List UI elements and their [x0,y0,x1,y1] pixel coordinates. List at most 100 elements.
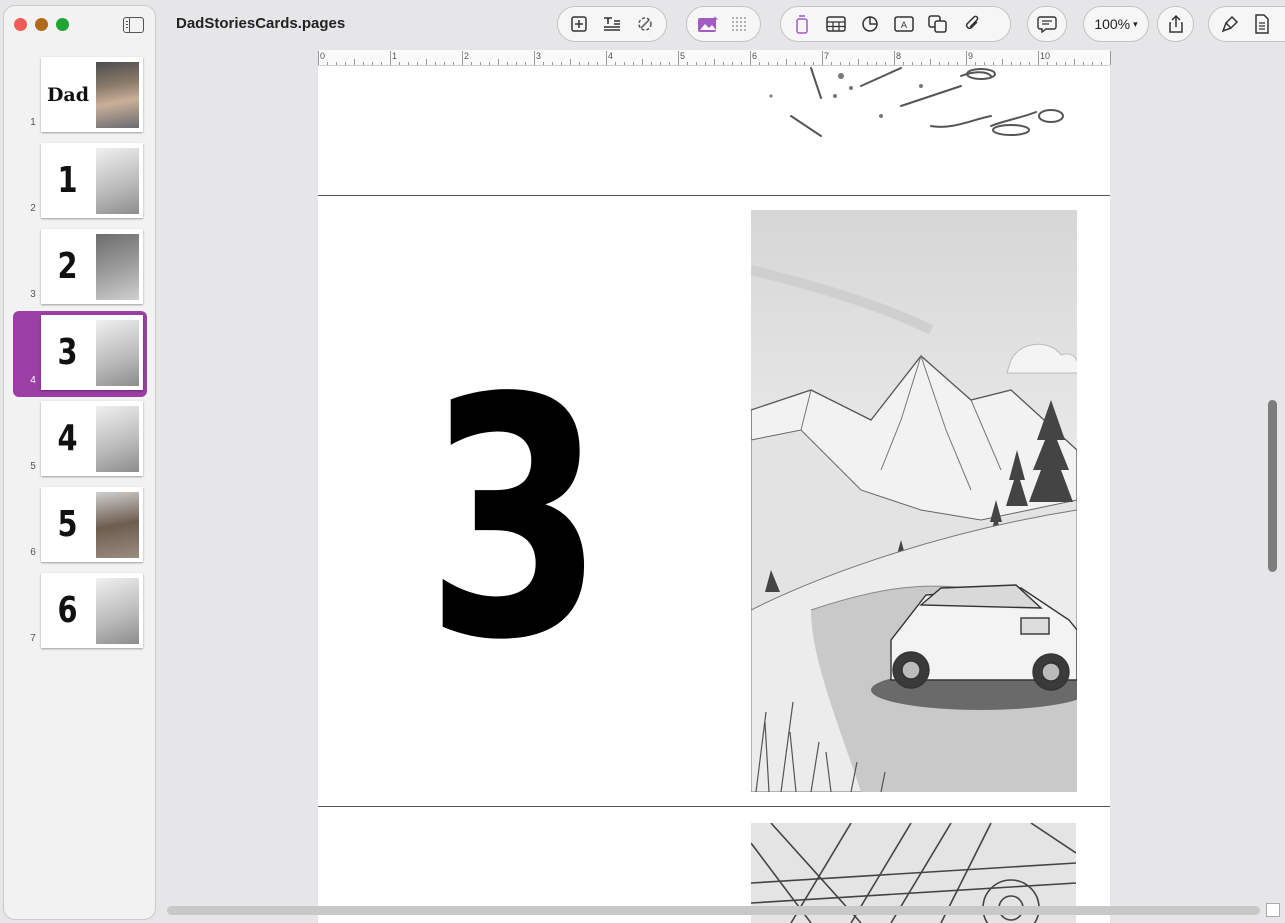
ruler-tick [471,62,472,65]
thumbnail-card: 5 [41,487,143,562]
grid-icon[interactable] [727,11,753,37]
ruler-tick [444,62,445,65]
ruler-tick [732,62,733,65]
previous-card-illustration[interactable] [751,66,1077,138]
document-icon[interactable] [1247,11,1277,37]
page-thumbnail[interactable]: 1 Dad [4,57,155,135]
ruler-label: 8 [896,51,902,61]
ruler-tick [975,62,976,65]
ruler-tick [759,62,760,65]
ruler-tick [1074,59,1075,65]
horizontal-scrollbar[interactable] [167,906,1260,915]
ruler-tick [786,59,787,65]
media-toolbar-group [686,6,761,42]
card-divider [318,806,1110,807]
ruler-tick [1020,62,1021,65]
thumbnail-page-number: 5 [30,461,36,472]
horizontal-ruler: 0 1 2 3 4 5 6 7 8 9 10 [318,50,1111,66]
ruler-label: 9 [968,51,974,61]
ruler-tick [948,62,949,65]
ruler-tick [912,62,913,65]
thumbnail-label: 6 [57,590,78,631]
ruler-tick [543,62,544,65]
insert-toolbar-group [557,6,667,42]
vertical-scrollbar[interactable] [1268,400,1277,572]
thumbnail-card: Dad [41,57,143,132]
ruler-tick [354,59,355,65]
ruler-tick [651,62,652,65]
sidebar-toggle-icon[interactable] [123,17,144,33]
text-frame-icon[interactable]: A [891,11,917,37]
page-thumbnail[interactable]: 54 [4,401,155,479]
ruler-tick [390,51,391,65]
ruler-tick [345,62,346,65]
ruler-tick [426,59,427,65]
ruler-label: 2 [464,51,470,61]
ruler-tick [894,51,895,65]
ruler-label: 0 [320,51,326,61]
resize-corner[interactable] [1266,903,1280,917]
zoom-value: 100% [1094,16,1131,32]
share-icon[interactable] [1161,11,1191,37]
text-style-icon[interactable] [599,11,626,37]
shape-icon[interactable] [925,11,951,37]
table-icon[interactable] [823,11,849,37]
ruler-tick [408,62,409,65]
ruler-tick [1056,62,1057,65]
comment-icon[interactable] [1032,11,1062,37]
ruler-tick [660,62,661,65]
ruler-tick [552,62,553,65]
zoom-button[interactable] [56,18,69,31]
ruler-tick [579,62,580,65]
ruler-tick [1110,51,1111,65]
chart-icon[interactable] [857,11,883,37]
ruler-tick [903,62,904,65]
page-thumbnail[interactable]: 43 [4,311,155,397]
thumbnail-label: 1 [57,160,78,201]
ruler-label: 5 [680,51,686,61]
thumbnail-image [96,234,139,300]
page-thumbnail[interactable]: 65 [4,487,155,565]
ruler-tick [930,59,931,65]
ruler-tick [867,62,868,65]
thumbnail-card: 6 [41,573,143,648]
ruler-tick [498,59,499,65]
ruler-label: 4 [608,51,614,61]
thumbnail-page-number: 6 [30,547,36,558]
attachment-icon[interactable] [959,11,985,37]
add-page-icon[interactable] [566,11,593,37]
thumbnail-label: 2 [57,246,78,287]
ruler-tick [1029,62,1030,65]
close-button[interactable] [14,18,27,31]
ruler-tick [1047,62,1048,65]
ruler-label: 7 [824,51,830,61]
thumbnail-image [96,62,139,128]
text-box-icon[interactable] [789,11,815,37]
svg-text:A: A [901,21,908,31]
zoom-dropdown[interactable]: 100% ▾ [1088,11,1143,37]
chevron-down-icon: ▾ [1133,18,1138,29]
image-playground-icon[interactable] [695,11,721,37]
minimize-button[interactable] [35,18,48,31]
thumbnail-image [96,320,139,386]
ruler-tick [363,62,364,65]
ruler-tick [525,62,526,65]
comment-group [1027,6,1067,42]
ruler-tick [723,62,724,65]
ruler-tick [516,62,517,65]
format-brush-icon[interactable] [1215,11,1245,37]
page-thumbnail[interactable]: 32 [4,229,155,307]
ruler-tick [507,62,508,65]
page-thumbnail[interactable]: 21 [4,143,155,221]
ruler-tick [570,59,571,65]
card-illustration[interactable] [751,210,1077,792]
card-number[interactable]: 3 [425,355,604,685]
ruler-tick [534,51,535,65]
ruler-tick [750,51,751,65]
ruler-tick [1065,62,1066,65]
thumbnail-label: 4 [57,418,78,459]
page-thumbnail[interactable]: 76 [4,573,155,651]
magic-icon[interactable] [631,11,658,37]
thumbnail-label: 5 [57,504,78,545]
thumbnail-page-number: 4 [30,375,36,386]
